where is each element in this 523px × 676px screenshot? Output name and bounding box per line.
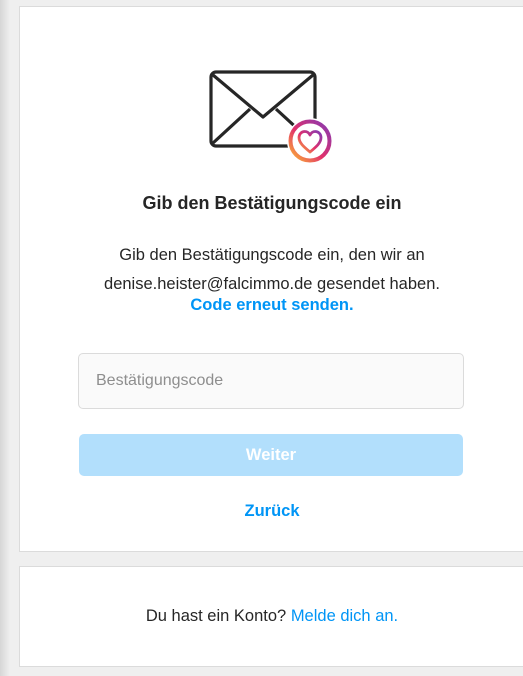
- verification-card: Gib den Bestätigungscode ein Gib den Bes…: [19, 6, 523, 552]
- resend-code-link[interactable]: Code erneut senden.: [20, 296, 523, 315]
- login-prompt-text: Du hast ein Konto?: [145, 607, 287, 625]
- login-prompt: Du hast ein Konto? Melde dich an.: [20, 607, 523, 626]
- verification-description: Gib den Bestätigungscode ein, den wir an…: [104, 246, 440, 293]
- back-link[interactable]: Zurück: [20, 502, 523, 521]
- envelope-heart-icon: [209, 70, 333, 164]
- login-link[interactable]: Melde dich an.: [291, 607, 398, 625]
- login-prompt-card: Du hast ein Konto? Melde dich an.: [19, 566, 523, 667]
- confirmation-code-input[interactable]: [78, 353, 464, 409]
- page-title: Gib den Bestätigungscode ein: [142, 193, 402, 213]
- next-button[interactable]: Weiter: [79, 434, 463, 476]
